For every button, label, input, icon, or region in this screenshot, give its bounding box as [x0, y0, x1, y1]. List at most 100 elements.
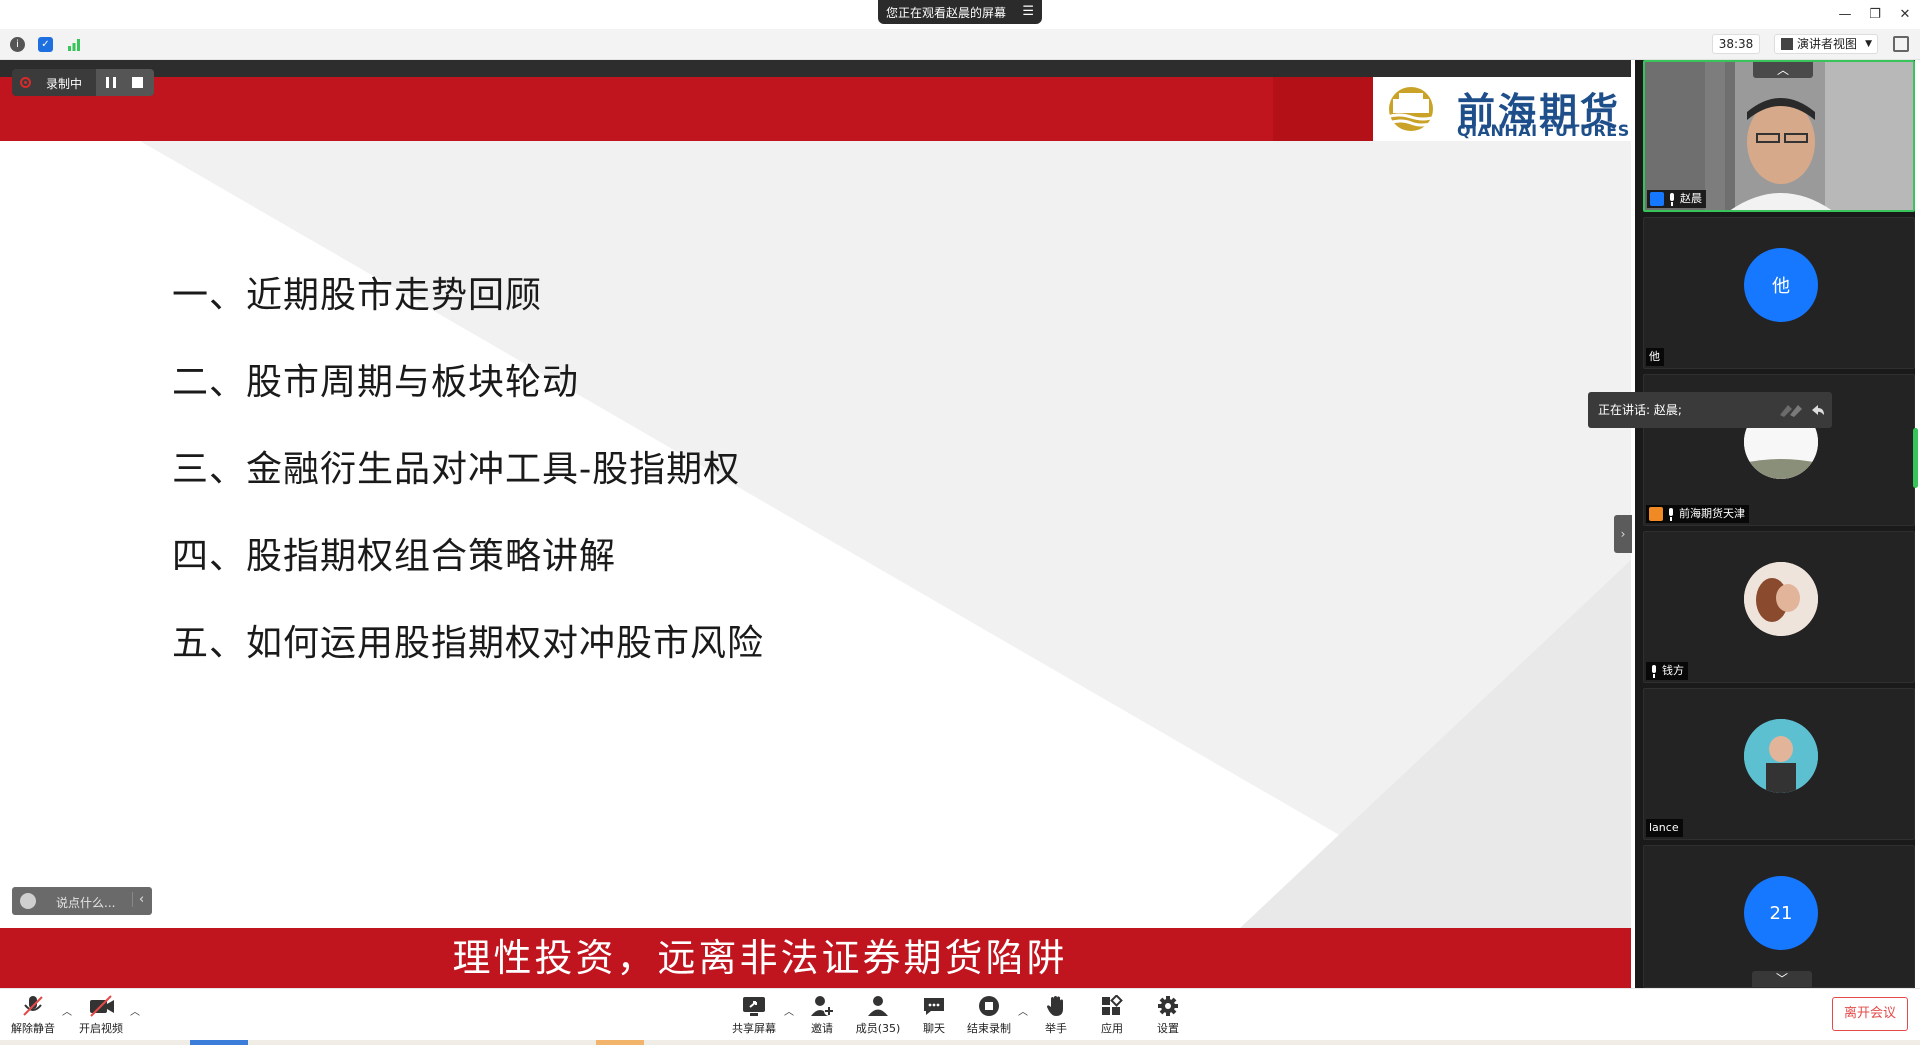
restore-icon[interactable]: ❐: [1860, 0, 1890, 29]
chat-button[interactable]: 聊天: [906, 995, 962, 1039]
info-icon[interactable]: i: [10, 37, 25, 52]
participant-tile[interactable]: 他 他: [1643, 217, 1915, 369]
recording-options-chevron-icon[interactable]: ︿: [1018, 1003, 1028, 1018]
participant-name-tag: 钱方: [1646, 662, 1688, 680]
participant-name: 赵晨: [1680, 192, 1702, 205]
chat-placeholder: 说点什么...: [56, 896, 116, 910]
recording-controls: [96, 69, 154, 96]
chevron-left-icon[interactable]: ‹: [132, 892, 144, 907]
collapse-gallery-icon[interactable]: ›: [1614, 515, 1632, 553]
participant-name-tag: lance: [1646, 819, 1683, 837]
active-speaker-text: 正在讲话: 赵晨;: [1598, 403, 1682, 417]
gear-icon: [1156, 995, 1180, 1017]
menu-icon[interactable]: ☰: [1022, 4, 1034, 19]
slide-footer-text: 理性投资，远离非法证券期货陷阱: [452, 936, 1068, 980]
participant-tile[interactable]: 钱方: [1643, 531, 1915, 683]
view-mode-label: 演讲者视图: [1797, 37, 1858, 51]
participant-name: 钱方: [1662, 664, 1684, 677]
share-screen-label: 共享屏幕: [732, 1022, 776, 1035]
stop-recording-icon: [977, 995, 1001, 1017]
agenda-item: 三、金融衍生品对冲工具-股指期权: [172, 449, 741, 490]
participant-name-tag: 赵晨: [1647, 190, 1706, 208]
pause-recording-icon[interactable]: [106, 77, 116, 88]
leave-meeting-button[interactable]: 离开会议: [1832, 997, 1908, 1031]
apps-label: 应用: [1101, 1022, 1123, 1035]
tooltip-tools-icon[interactable]: [1778, 403, 1824, 417]
mic-icon: [1667, 192, 1677, 206]
agenda-list: 一、近期股市走势回顾 二、股市周期与板块轮动 三、金融衍生品对冲工具-股指期权 …: [172, 252, 764, 687]
shared-screen: 前海期货 QIANHAI FUTURES 一、近期股市走势回顾 二、股市周期与板…: [0, 60, 1631, 988]
apps-button[interactable]: 应用: [1084, 994, 1140, 1039]
screen-share-banner[interactable]: 您正在观看赵晨的屏幕 ☰: [878, 0, 1042, 24]
invite-button[interactable]: 邀请: [794, 995, 850, 1039]
end-recording-label: 结束录制: [967, 1022, 1011, 1035]
scroll-down-icon[interactable]: ﹀: [1752, 971, 1812, 987]
participant-tile[interactable]: 21 ﹀: [1643, 845, 1915, 988]
avatar: [1744, 719, 1818, 793]
agenda-item: 四、股指期权组合策略讲解: [172, 536, 617, 577]
chat-icon: [922, 995, 946, 1017]
signal-icon[interactable]: [66, 37, 81, 52]
window-titlebar: 您正在观看赵晨的屏幕 ☰ — ❐ ✕: [0, 0, 1920, 29]
settings-button[interactable]: 设置: [1140, 995, 1196, 1039]
members-button[interactable]: 成员(35): [850, 995, 906, 1039]
agenda-item: 五、如何运用股指期权对冲股市风险: [172, 623, 765, 664]
members-label: 成员(35): [855, 1022, 901, 1035]
participant-tile[interactable]: lance: [1643, 688, 1915, 840]
stop-recording-icon[interactable]: [132, 77, 143, 88]
members-icon: [866, 995, 890, 1017]
participant-name-tag: 前海期货天津: [1646, 505, 1749, 523]
audio-options-chevron-icon[interactable]: ︿: [62, 1003, 72, 1018]
gallery-scrollbar[interactable]: [1913, 428, 1918, 488]
slide-footer-band: 理性投资，远离非法证券期货陷阱: [0, 928, 1631, 988]
avatar: 21: [1744, 876, 1818, 950]
agenda-item: 一、近期股市走势回顾: [172, 275, 543, 316]
logo-emblem-icon: [1386, 87, 1436, 131]
cohost-icon: [1649, 507, 1663, 521]
participant-name-tag: 他: [1646, 348, 1664, 366]
participant-name: 他: [1649, 350, 1660, 363]
speaker-view-icon: [1781, 38, 1793, 50]
avatar: [1744, 562, 1818, 636]
taskbar-strip: [0, 1040, 1920, 1045]
minimize-icon[interactable]: —: [1830, 0, 1860, 29]
chevron-down-icon: ▼: [1865, 39, 1872, 49]
avatar: 他: [1744, 248, 1818, 322]
invite-label: 邀请: [811, 1022, 833, 1035]
meeting-timer: 38:38: [1712, 34, 1760, 54]
quick-chat-input[interactable]: 说点什么... ‹: [12, 887, 152, 915]
shield-icon[interactable]: ✓: [38, 37, 53, 52]
avatar-initial: 21: [1769, 902, 1793, 924]
mic-muted-icon: [21, 995, 45, 1017]
active-speaker-tooltip: 正在讲话: 赵晨;: [1588, 392, 1832, 428]
view-mode-select[interactable]: 演讲者视图 ▼: [1774, 34, 1878, 54]
mic-muted-icon: [1649, 664, 1659, 678]
video-off-icon: [89, 995, 114, 1017]
mic-muted-icon: [1666, 507, 1676, 521]
scroll-up-icon[interactable]: ︿: [1753, 62, 1813, 78]
raise-hand-button[interactable]: 举手: [1028, 995, 1084, 1039]
unmute-button[interactable]: 解除静音: [5, 995, 61, 1039]
meeting-status-bar: i ✓ 38:38 演讲者视图 ▼: [0, 29, 1920, 60]
apps-icon: [1100, 994, 1124, 1017]
share-options-chevron-icon[interactable]: ︿: [784, 1003, 794, 1018]
meeting-toolbar: 解除静音 ︿ 开启视频 ︿ 共享屏幕 ︿ 邀请 成员(35) 聊天 结束录制 ︿…: [0, 988, 1920, 1045]
video-options-chevron-icon[interactable]: ︿: [130, 1003, 140, 1018]
recording-indicator: 录制中: [12, 69, 154, 96]
close-icon[interactable]: ✕: [1890, 0, 1920, 29]
participant-tile-video[interactable]: ︿ 赵晨: [1643, 60, 1915, 212]
participant-name: 前海期货天津: [1679, 507, 1745, 520]
avatar-image: [1744, 719, 1818, 793]
end-recording-button[interactable]: 结束录制: [961, 995, 1017, 1039]
emoji-icon[interactable]: [20, 893, 36, 909]
start-video-button[interactable]: 开启视频: [73, 995, 129, 1039]
share-screen-button[interactable]: 共享屏幕: [726, 995, 782, 1039]
logo-english-text: QIANHAI FUTURES: [1457, 121, 1630, 140]
settings-label: 设置: [1157, 1022, 1179, 1035]
fullscreen-icon[interactable]: [1893, 36, 1909, 52]
hand-icon: [1044, 995, 1068, 1017]
avatar-initial: 他: [1772, 276, 1790, 297]
slide-header-band: [0, 77, 1373, 141]
host-icon: [1650, 192, 1664, 206]
start-video-label: 开启视频: [79, 1022, 123, 1035]
